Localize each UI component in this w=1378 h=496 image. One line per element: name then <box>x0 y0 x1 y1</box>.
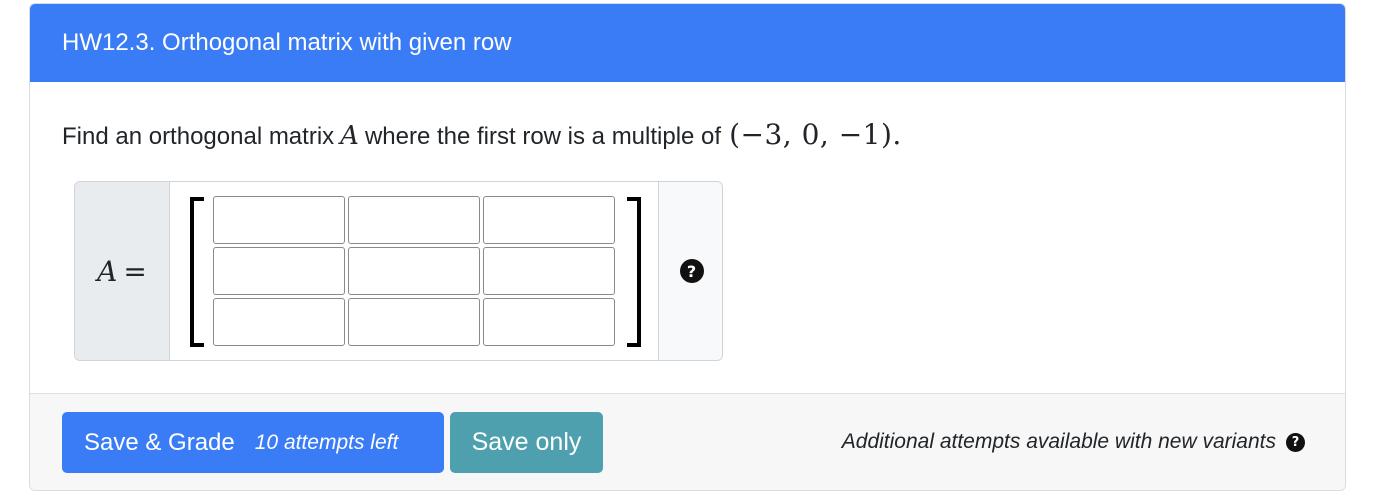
save-only-button[interactable]: Save only <box>450 412 603 473</box>
question-body: Find an orthogonal matrix A where the fi… <box>30 82 1345 393</box>
question-title: HW12.3. Orthogonal matrix with given row <box>62 29 512 56</box>
matrix-cell-2-3[interactable] <box>483 247 615 295</box>
help-cell: ? <box>658 182 722 360</box>
matrix-grid <box>213 196 615 346</box>
question-circle-icon[interactable]: ? <box>1286 432 1305 452</box>
matrix-area <box>170 182 658 360</box>
question-prompt: Find an orthogonal matrix A where the fi… <box>62 118 902 151</box>
left-bracket <box>190 197 204 347</box>
matrix-label-variable: A <box>97 254 118 288</box>
matrix-label: A = <box>75 182 170 360</box>
matrix-cell-3-1[interactable] <box>213 298 345 346</box>
matrix-cell-3-2[interactable] <box>348 298 480 346</box>
question-header: HW12.3. Orthogonal matrix with given row <box>30 4 1345 82</box>
save-and-grade-label: Save & Grade <box>84 428 235 456</box>
matrix-cell-2-1[interactable] <box>213 247 345 295</box>
question-circle-icon[interactable]: ? <box>679 259 704 283</box>
attempts-left-label: 10 attempts left <box>254 430 399 454</box>
matrix-cell-1-1[interactable] <box>213 196 345 244</box>
prompt-vector: (−3, 0, −1). <box>729 118 902 151</box>
matrix-cell-2-2[interactable] <box>348 247 480 295</box>
matrix-label-equals: = <box>123 254 147 288</box>
matrix-input-group: A = ? <box>74 181 723 361</box>
matrix-cell-1-3[interactable] <box>483 196 615 244</box>
prompt-text-before: Find an orthogonal matrix <box>62 123 335 150</box>
matrix-cell-3-3[interactable] <box>483 298 615 346</box>
additional-attempts-text: Additional attempts available with new v… <box>841 430 1276 453</box>
prompt-text-after: where the first row is a multiple of <box>364 123 722 150</box>
matrix-cell-1-2[interactable] <box>348 196 480 244</box>
save-and-grade-button[interactable]: Save & Grade 10 attempts left <box>62 412 444 473</box>
question-footer: Save & Grade 10 attempts left Save only … <box>30 393 1345 490</box>
prompt-variable: A <box>340 121 359 151</box>
additional-attempts-note: Additional attempts available with new v… <box>842 430 1305 454</box>
right-bracket <box>627 197 641 347</box>
question-card: HW12.3. Orthogonal matrix with given row… <box>29 3 1346 491</box>
